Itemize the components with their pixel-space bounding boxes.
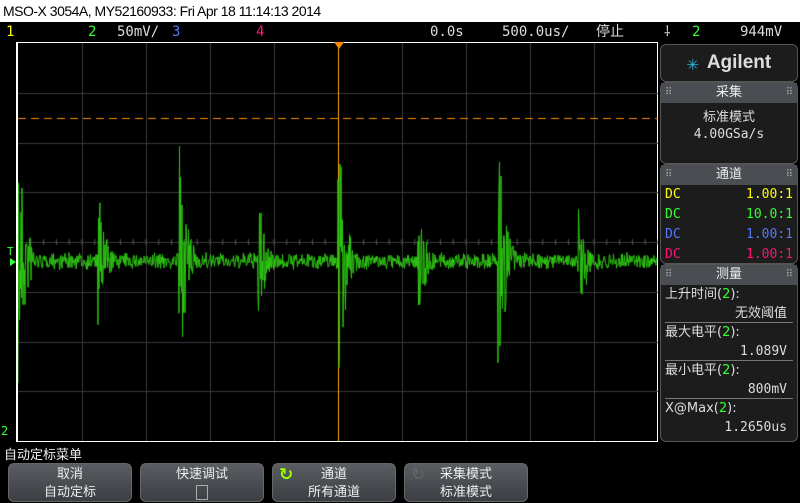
run-state: 停止 xyxy=(596,24,624,40)
measure-header: 测量 xyxy=(661,265,797,285)
trigger-position-marker[interactable] xyxy=(334,42,344,49)
trigger-source[interactable]: 2 xyxy=(692,22,700,42)
channel-row: DC 10.0:1 xyxy=(661,205,797,225)
channel-2-scale[interactable]: 50mV/ xyxy=(117,22,159,42)
coupling: DC xyxy=(665,187,681,202)
channel-1-indicator[interactable]: 1 xyxy=(6,22,14,42)
measurement-value: 1.2650us xyxy=(724,420,787,435)
probe-ratio: 1.00:1 xyxy=(746,247,793,262)
softkey-cancel-autoscale[interactable]: 取消 自动定标 xyxy=(8,463,132,502)
logo-box: ✳ Agilent xyxy=(660,44,798,82)
waveform-canvas xyxy=(18,43,658,441)
trigger-level[interactable]: 944mV xyxy=(740,22,782,42)
measurement-label: 最小电平(2): xyxy=(665,363,740,378)
softkey-label: 快速调试 xyxy=(175,467,228,482)
coupling: DC xyxy=(665,227,681,242)
agilent-spark-icon: ✳ xyxy=(686,51,699,75)
channel-2-indicator[interactable]: 2 xyxy=(88,22,96,42)
rotate-knob-icon: ↻ xyxy=(411,465,426,485)
acquire-header: 采集 xyxy=(661,83,797,103)
softkey-fast-debug[interactable]: 快速调试 xyxy=(140,463,264,502)
softkey-label: 取消 xyxy=(56,467,83,482)
timebase-scale[interactable]: 500.0us/ xyxy=(502,22,569,42)
measurement-label: 上升时间(2): xyxy=(665,287,740,302)
rising-edge-icon: ⸸ xyxy=(664,24,671,40)
trigger-level-marker[interactable]: T xyxy=(7,245,14,258)
coupling: DC xyxy=(665,207,681,222)
measurement-value: 无效阈值 xyxy=(665,304,793,323)
probe-ratio: 1.00:1 xyxy=(746,187,793,202)
checkbox[interactable] xyxy=(196,485,208,500)
probe-ratio: 1.00:1 xyxy=(746,227,793,242)
channels-panel[interactable]: 通道 DC 1.00:1 DC 10.0:1 DC 1.00:1 DC 1.00:1 xyxy=(660,164,798,264)
probe-ratio: 10.0:1 xyxy=(746,207,793,222)
sample-rate: 4.00GSa/s xyxy=(693,127,765,142)
side-panel: ✳ Agilent 采集 标准模式 4.00GSa/s 通道 DC 1.00:1 … xyxy=(660,44,798,442)
rotate-knob-icon: ↻ xyxy=(279,465,294,485)
softkey-value: 所有通道 xyxy=(307,485,360,500)
status-bar: 1 2 50mV/ 3 4 0.0s 500.0us/ 停止 ⸸ 2 944mV xyxy=(0,22,800,42)
menu-title: 自动定标菜单 xyxy=(4,448,83,463)
measurement-value: 1.089V xyxy=(665,342,793,361)
softkey-value: 标准模式 xyxy=(439,485,492,500)
softkey-channels[interactable]: ↻ 通道 所有通道 xyxy=(272,463,396,502)
channel-2-ground-marker[interactable]: 2 xyxy=(1,424,8,438)
channel-row: DC 1.00:1 xyxy=(661,185,797,205)
channel-4-indicator[interactable]: 4 xyxy=(256,22,264,42)
measurement-value: 800mV xyxy=(665,380,793,399)
waveform-display[interactable] xyxy=(16,42,658,442)
measure-panel[interactable]: 测量 上升时间(2): 无效阈值 最大电平(2): 1.089V 最小电平(2)… xyxy=(660,264,798,442)
acquire-panel[interactable]: 采集 标准模式 4.00GSa/s xyxy=(660,82,798,164)
softkey-value: 自动定标 xyxy=(43,485,96,500)
channel-row: DC 1.00:1 xyxy=(661,225,797,245)
channel-2-level-arrow[interactable] xyxy=(10,258,16,266)
coupling: DC xyxy=(665,247,681,262)
horizontal-delay[interactable]: 0.0s xyxy=(430,22,464,42)
softkey-acquire-mode[interactable]: ↻ 采集模式 标准模式 xyxy=(404,463,528,502)
channel-row: DC 1.00:1 xyxy=(661,245,797,265)
channels-header: 通道 xyxy=(661,165,797,185)
measurement-label: 最大电平(2): xyxy=(665,325,740,340)
measurement-label: X@Max(2): xyxy=(665,401,737,416)
acquire-mode: 标准模式 xyxy=(702,110,755,125)
window-title: MSO-X 3054A, MY52160933: Fri Apr 18 11:1… xyxy=(0,0,800,22)
channel-3-indicator[interactable]: 3 xyxy=(172,22,180,42)
agilent-logo: Agilent xyxy=(706,52,772,73)
